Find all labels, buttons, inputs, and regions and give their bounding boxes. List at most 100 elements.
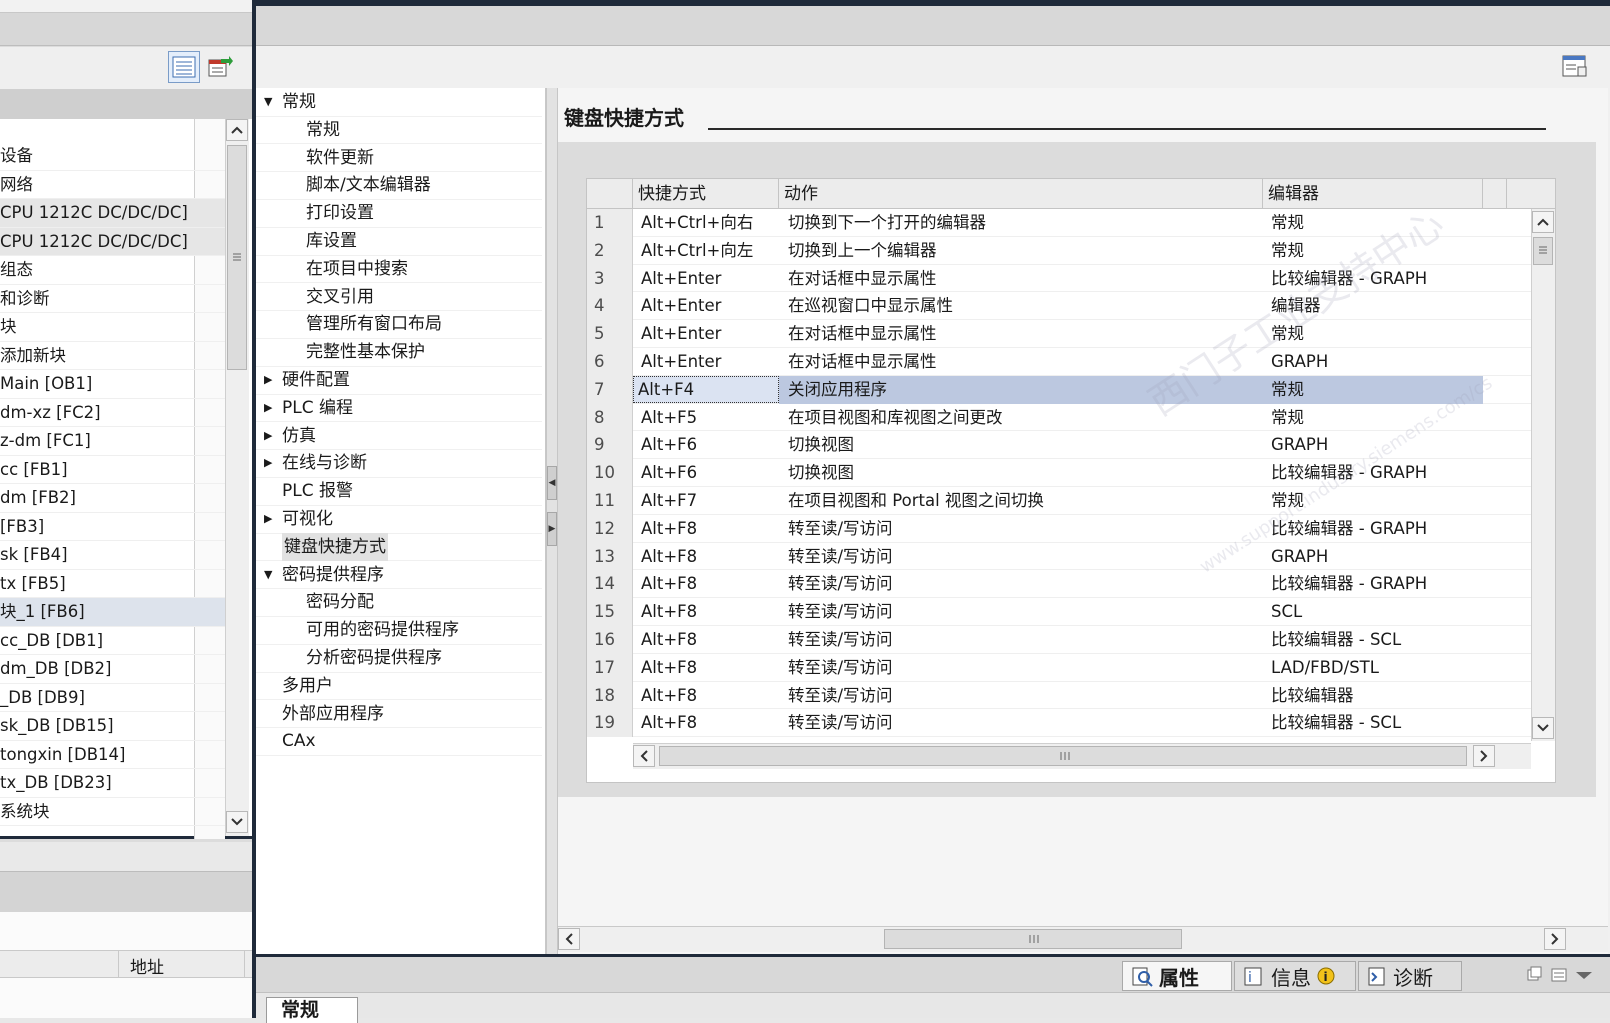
tab-diagnostics[interactable]: 诊断 <box>1358 961 1462 991</box>
expand-closed-icon[interactable]: ▶ <box>264 449 276 478</box>
scroll-right-button[interactable] <box>1473 745 1495 767</box>
nav-item[interactable]: 密码分配 <box>256 588 542 617</box>
table-row[interactable]: 3 Alt+Enter 在对话框中显示属性 比较编辑器 - GRAPH <box>587 264 1531 293</box>
nav-item[interactable]: 打印设置 <box>256 199 542 228</box>
table-row[interactable]: 13 Alt+F8 转至读/写访问 GRAPH <box>587 542 1531 571</box>
table-row[interactable]: 19 Alt+F8 转至读/写访问 比较编辑器 - SCL <box>587 709 1531 738</box>
project-tree-item[interactable]: dm-xz [FC2] <box>0 399 225 427</box>
scroll-thumb[interactable] <box>884 929 1182 949</box>
project-tree-item[interactable]: sk [FB4] <box>0 541 225 570</box>
project-tree-item[interactable]: 网络 <box>0 171 225 199</box>
nav-item[interactable]: 分析密码提供程序 <box>256 644 542 673</box>
nav-item[interactable]: 键盘快捷方式 <box>256 532 542 562</box>
project-tree-item[interactable]: cc [FB1] <box>0 456 225 484</box>
project-tree-item[interactable]: z-dm [FC1] <box>0 427 225 456</box>
project-tree-item[interactable]: 块_1 [FB6] <box>0 598 225 627</box>
scroll-thumb[interactable] <box>659 746 1467 766</box>
project-tree-item[interactable]: tx [FB5] <box>0 570 225 598</box>
nav-item[interactable]: 可用的密码提供程序 <box>256 616 542 645</box>
nav-item[interactable]: 管理所有窗口布局 <box>256 310 542 339</box>
nav-item[interactable]: ▶ 硬件配置 <box>256 366 542 395</box>
tab-info[interactable]: i 信息 i <box>1234 961 1356 991</box>
project-tree-item[interactable]: 块 <box>0 313 225 342</box>
expand-closed-icon[interactable]: ▶ <box>264 366 276 395</box>
expand-right-button[interactable]: ▶ <box>547 512 557 546</box>
project-tree-item[interactable]: CPU 1212C DC/DC/DC] <box>0 227 225 256</box>
nav-item[interactable]: 外部应用程序 <box>256 700 542 729</box>
project-tree-item[interactable]: cc_DB [DB1] <box>0 627 225 655</box>
scroll-right-button[interactable] <box>1544 928 1566 950</box>
project-tree-item[interactable]: 系统块 <box>0 798 225 826</box>
nav-item[interactable]: CAx <box>256 727 542 756</box>
table-row[interactable]: 17 Alt+F8 转至读/写访问 LAD/FBD/STL <box>587 653 1531 682</box>
project-tree-item[interactable]: dm_DB [DB2] <box>0 655 225 684</box>
scroll-up-button[interactable] <box>1532 211 1554 233</box>
table-row[interactable]: 8 Alt+F5 在项目视图和库视图之间更改 常规 <box>587 403 1531 432</box>
project-tree-item[interactable]: [FB3] <box>0 513 225 541</box>
expand-closed-icon[interactable]: ▶ <box>264 505 276 534</box>
scroll-left-button[interactable] <box>558 928 580 950</box>
window-control-icons[interactable] <box>1526 965 1606 985</box>
table-vertical-scrollbar[interactable] <box>1531 209 1555 741</box>
project-tree-scrollbar[interactable] <box>225 119 249 836</box>
project-tree-item[interactable]: 和诊断 <box>0 285 225 313</box>
scroll-left-button[interactable] <box>633 745 655 767</box>
nav-item[interactable]: 交叉引用 <box>256 283 542 312</box>
project-tree-item[interactable]: sk_DB [DB15] <box>0 712 225 741</box>
scroll-thumb[interactable] <box>1533 237 1553 265</box>
collapse-left-button[interactable]: ◀ <box>547 466 557 500</box>
project-tree-item[interactable]: dm [FB2] <box>0 484 225 513</box>
project-tree-item[interactable]: 组态 <box>0 256 225 285</box>
table-row[interactable]: 16 Alt+F8 转至读/写访问 比较编辑器 - SCL <box>587 626 1531 654</box>
scroll-up-button[interactable] <box>226 119 248 141</box>
address-column-header[interactable]: 地址 <box>130 953 164 978</box>
scroll-down-button[interactable] <box>226 811 248 833</box>
scroll-down-button[interactable] <box>1532 717 1554 739</box>
column-header-shortcut[interactable]: 快捷方式 <box>633 179 779 209</box>
project-tree-item[interactable]: CPU 1212C DC/DC/DC] <box>0 199 225 228</box>
table-row[interactable]: 12 Alt+F8 转至读/写访问 比较编辑器 - GRAPH <box>587 514 1531 543</box>
table-row[interactable]: 5 Alt+Enter 在对话框中显示属性 常规 <box>587 320 1531 348</box>
table-row[interactable]: 7 Alt+F4 关闭应用程序 常规 <box>587 375 1531 404</box>
nav-item[interactable]: 软件更新 <box>256 144 542 173</box>
table-horizontal-scrollbar[interactable] <box>633 743 1531 769</box>
tab-properties[interactable]: 属性 <box>1122 961 1232 991</box>
nav-item[interactable]: ▼ 密码提供程序 <box>256 561 542 590</box>
project-tree-item[interactable]: Main [OB1] <box>0 370 225 399</box>
project-tree-item[interactable]: 添加新块 <box>0 342 225 370</box>
nav-item[interactable]: ▶ 可视化 <box>256 505 542 534</box>
expand-closed-icon[interactable]: ▶ <box>264 422 276 451</box>
table-row[interactable]: 2 Alt+Ctrl+向左 切换到上一个编辑器 常规 <box>587 236 1531 265</box>
nav-item[interactable]: 库设置 <box>256 227 542 256</box>
expand-open-icon[interactable]: ▼ <box>264 88 276 117</box>
nav-item[interactable]: 脚本/文本编辑器 <box>256 171 542 200</box>
expand-closed-icon[interactable]: ▶ <box>264 394 276 423</box>
project-tree-item[interactable]: tongxin [DB14] <box>0 741 225 769</box>
scroll-thumb[interactable] <box>227 145 247 370</box>
table-row[interactable]: 1 Alt+Ctrl+向右 切换到下一个打开的编辑器 常规 <box>587 209 1531 237</box>
layout-icon[interactable] <box>1562 53 1588 79</box>
nav-item[interactable]: 常规 <box>256 116 542 145</box>
table-row[interactable]: 9 Alt+F6 切换视图 GRAPH <box>587 431 1531 460</box>
table-row[interactable]: 10 Alt+F6 切换视图 比较编辑器 - GRAPH <box>587 459 1531 487</box>
column-header-action[interactable]: 动作 <box>779 179 1263 209</box>
export-button[interactable] <box>204 51 236 83</box>
nav-item[interactable]: ▶ PLC 编程 <box>256 394 542 423</box>
table-row[interactable]: 4 Alt+Enter 在巡视窗口中显示属性 编辑器 <box>587 292 1531 321</box>
project-tree-item[interactable]: _DB [DB9] <box>0 684 225 712</box>
table-row[interactable]: 6 Alt+Enter 在对话框中显示属性 GRAPH <box>587 348 1531 376</box>
nav-item[interactable]: 多用户 <box>256 672 542 701</box>
project-tree-item[interactable]: tx_DB [DB23] <box>0 769 225 798</box>
table-row[interactable]: 18 Alt+F8 转至读/写访问 比较编辑器 <box>587 681 1531 710</box>
project-tree-item[interactable]: 设备 <box>0 142 225 171</box>
content-horizontal-scrollbar[interactable] <box>558 926 1608 952</box>
nav-item[interactable]: 完整性基本保护 <box>256 338 542 367</box>
nav-item[interactable]: ▼ 常规 <box>256 88 542 117</box>
nav-item[interactable]: ▶ 仿真 <box>256 422 542 451</box>
nav-item[interactable]: ▶ 在线与诊断 <box>256 449 542 478</box>
nav-item[interactable]: 在项目中搜索 <box>256 255 542 284</box>
overview-view-button[interactable] <box>168 51 200 83</box>
nav-item[interactable]: PLC 报警 <box>256 477 542 506</box>
pane-splitter[interactable]: ◀ ▶ <box>546 88 558 954</box>
table-row[interactable]: 14 Alt+F8 转至读/写访问 比较编辑器 - GRAPH <box>587 570 1531 599</box>
